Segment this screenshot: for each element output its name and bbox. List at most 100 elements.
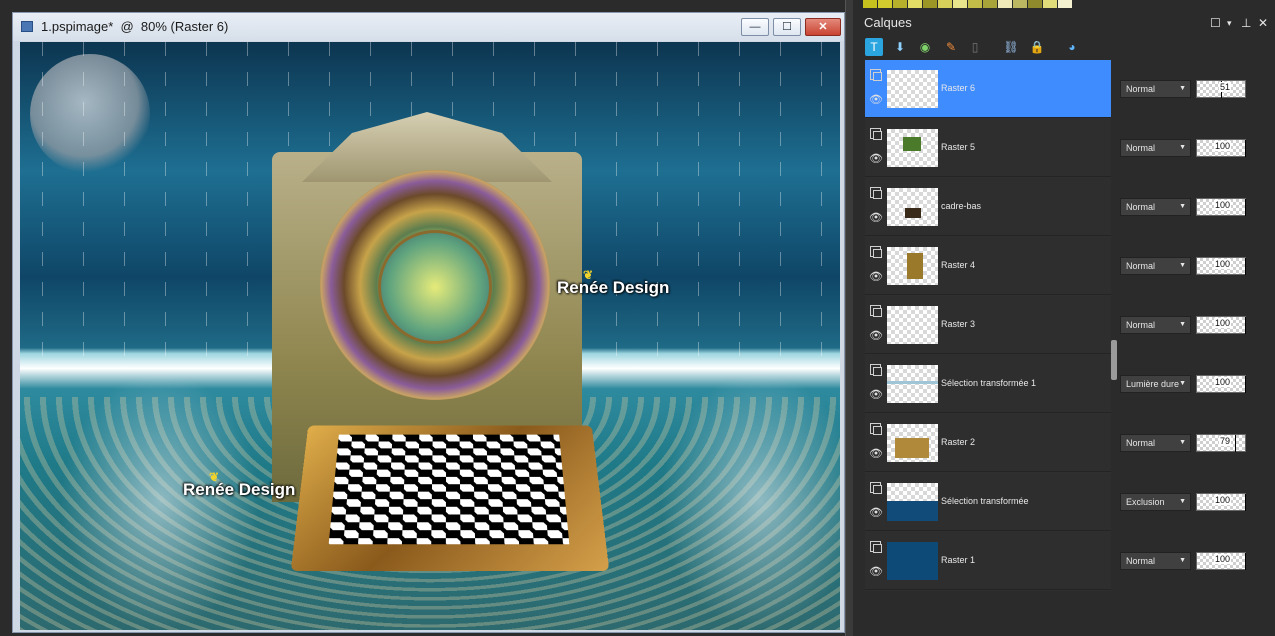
color-swatch[interactable] bbox=[893, 0, 907, 8]
layer-properties-row: Normal ▼ 100 bbox=[1120, 119, 1275, 177]
watermark-text: Renée Design bbox=[557, 278, 669, 297]
pin-icon[interactable]: ⊥ bbox=[1241, 16, 1251, 30]
layer-thumbnail bbox=[887, 70, 938, 108]
minimize-button[interactable]: — bbox=[741, 18, 769, 36]
image-window[interactable]: 1.pspimage* @ 80% (Raster 6) — ☐ ✕ ❦ Ren… bbox=[12, 12, 845, 633]
opacity-slider[interactable]: 100 bbox=[1196, 198, 1246, 216]
opacity-slider[interactable]: 100 bbox=[1196, 552, 1246, 570]
layer-row[interactable]: 👁 Raster 4 bbox=[865, 237, 1111, 295]
chevron-down-icon: ▼ bbox=[1179, 494, 1186, 510]
thumbnail-content bbox=[903, 137, 921, 151]
opacity-slider-thumb[interactable] bbox=[1245, 199, 1246, 216]
visibility-eye-icon[interactable]: 👁 bbox=[869, 154, 883, 165]
panel-title: Calques bbox=[864, 15, 912, 30]
layer-properties-row: Normal ▼ 100 bbox=[1120, 237, 1275, 295]
layer-row[interactable]: 👁 Sélection transformée 1 bbox=[865, 355, 1111, 413]
link-icon[interactable]: ⛓ bbox=[1002, 38, 1020, 56]
opacity-slider[interactable]: 79 bbox=[1196, 434, 1246, 452]
visibility-eye-icon[interactable]: 👁 bbox=[869, 213, 883, 224]
visibility-eye-icon[interactable]: 👁 bbox=[869, 449, 883, 460]
layer-row[interactable]: 👁 Raster 2 bbox=[865, 414, 1111, 472]
new-vector-layer-icon[interactable]: ⬇ bbox=[891, 38, 909, 56]
chevron-down-icon: ▼ bbox=[1179, 376, 1186, 392]
blend-mode-select[interactable]: Normal ▼ bbox=[1120, 80, 1191, 98]
window-title-bar[interactable]: 1.pspimage* @ 80% (Raster 6) — ☐ ✕ bbox=[13, 13, 844, 41]
chevron-down-icon: ▼ bbox=[1179, 81, 1186, 97]
opacity-slider-thumb[interactable] bbox=[1245, 140, 1246, 157]
layer-row[interactable]: 👁 Sélection transformée bbox=[865, 473, 1111, 531]
panel-splitter[interactable] bbox=[845, 0, 853, 636]
lock-icon[interactable]: 🔒 bbox=[1028, 38, 1046, 56]
opacity-slider[interactable]: 100 bbox=[1196, 493, 1246, 511]
chevron-down-icon: ▼ bbox=[1179, 435, 1186, 451]
layer-row[interactable]: 👁 Raster 5 bbox=[865, 119, 1111, 177]
color-swatch[interactable] bbox=[1043, 0, 1057, 8]
opacity-slider[interactable]: 100 bbox=[1196, 139, 1246, 157]
close-button[interactable]: ✕ bbox=[805, 18, 841, 36]
opacity-slider-thumb[interactable] bbox=[1245, 553, 1246, 570]
color-swatch[interactable] bbox=[953, 0, 967, 8]
image-canvas[interactable]: ❦ Renée Design ❦ Renée Design bbox=[20, 42, 840, 630]
color-swatch[interactable] bbox=[1013, 0, 1027, 8]
thumbnail-content bbox=[887, 542, 938, 580]
blend-mode-select[interactable]: Normal ▼ bbox=[1120, 434, 1191, 452]
blend-mode-value: Normal bbox=[1126, 438, 1155, 448]
panel-resize-handle[interactable] bbox=[1111, 340, 1117, 380]
checkerboard bbox=[329, 435, 570, 545]
blend-mode-select[interactable]: Normal ▼ bbox=[1120, 316, 1191, 334]
blend-mode-select[interactable]: Lumière dure ▼ bbox=[1120, 375, 1191, 393]
edit-layer-icon[interactable]: ✎ bbox=[942, 38, 960, 56]
blend-mode-select[interactable]: Normal ▼ bbox=[1120, 198, 1191, 216]
opacity-value: 100 bbox=[1214, 200, 1231, 210]
visibility-eye-icon[interactable]: 👁 bbox=[869, 567, 883, 578]
color-swatch[interactable] bbox=[968, 0, 982, 8]
chevron-down-icon: ▼ bbox=[1179, 140, 1186, 156]
visibility-eye-icon[interactable]: 👁 bbox=[869, 390, 883, 401]
opacity-slider[interactable]: 100 bbox=[1196, 375, 1246, 393]
color-swatch[interactable] bbox=[908, 0, 922, 8]
layer-properties-icon[interactable]: ◕ bbox=[1063, 38, 1081, 56]
opacity-slider-thumb[interactable] bbox=[1245, 258, 1246, 275]
blend-mode-select[interactable]: Normal ▼ bbox=[1120, 139, 1191, 157]
blend-mode-select[interactable]: Normal ▼ bbox=[1120, 257, 1191, 275]
blend-mode-select[interactable]: Normal ▼ bbox=[1120, 552, 1191, 570]
opacity-slider-thumb[interactable] bbox=[1245, 376, 1246, 393]
visibility-eye-icon[interactable]: 👁 bbox=[869, 331, 883, 342]
menu-dropdown-icon[interactable]: ▾ bbox=[1227, 16, 1232, 30]
color-swatch[interactable] bbox=[878, 0, 892, 8]
opacity-slider[interactable]: 100 bbox=[1196, 257, 1246, 275]
visibility-eye-icon[interactable]: 👁 bbox=[869, 95, 883, 106]
opacity-slider-thumb[interactable] bbox=[1235, 435, 1236, 452]
layer-row[interactable]: 👁 Raster 1 bbox=[865, 532, 1111, 590]
delete-layer-icon[interactable]: ▯ bbox=[966, 38, 984, 56]
new-mask-layer-icon[interactable]: ◉ bbox=[916, 38, 934, 56]
float-icon[interactable]: ☐ bbox=[1210, 16, 1221, 30]
opacity-slider-thumb[interactable] bbox=[1245, 317, 1246, 334]
color-swatch[interactable] bbox=[998, 0, 1012, 8]
maximize-button[interactable]: ☐ bbox=[773, 18, 801, 36]
color-swatch[interactable] bbox=[983, 0, 997, 8]
opacity-slider[interactable]: 100 bbox=[1196, 316, 1246, 334]
mist-right-graphic bbox=[660, 372, 840, 630]
layer-name: Raster 3 bbox=[941, 319, 975, 329]
blend-mode-select[interactable]: Exclusion ▼ bbox=[1120, 493, 1191, 511]
layer-row[interactable]: 👁 cadre-bas bbox=[865, 178, 1111, 236]
color-swatch[interactable] bbox=[938, 0, 952, 8]
opacity-slider[interactable]: 51 bbox=[1196, 80, 1246, 98]
color-swatch[interactable] bbox=[863, 0, 877, 8]
color-swatches[interactable] bbox=[863, 0, 1073, 8]
visibility-eye-icon[interactable]: 👁 bbox=[869, 272, 883, 283]
visibility-eye-icon[interactable]: 👁 bbox=[869, 508, 883, 519]
close-panel-icon[interactable]: ✕ bbox=[1258, 16, 1268, 30]
opacity-value: 51 bbox=[1219, 82, 1231, 92]
layer-row[interactable]: 👁 Raster 6 bbox=[865, 60, 1111, 118]
layer-properties-row: Normal ▼ 51 bbox=[1120, 60, 1275, 118]
color-swatch[interactable] bbox=[923, 0, 937, 8]
color-swatch[interactable] bbox=[1028, 0, 1042, 8]
layer-type-icon bbox=[870, 187, 881, 198]
layer-list[interactable]: 👁 Raster 6 👁 Raster 5 👁 cadre-bas 👁 Raster 4 👁 Ra… bbox=[865, 60, 1111, 591]
new-raster-layer-icon[interactable]: T bbox=[865, 38, 883, 56]
color-swatch[interactable] bbox=[1058, 0, 1072, 8]
opacity-slider-thumb[interactable] bbox=[1245, 494, 1246, 511]
layer-row[interactable]: 👁 Raster 3 bbox=[865, 296, 1111, 354]
